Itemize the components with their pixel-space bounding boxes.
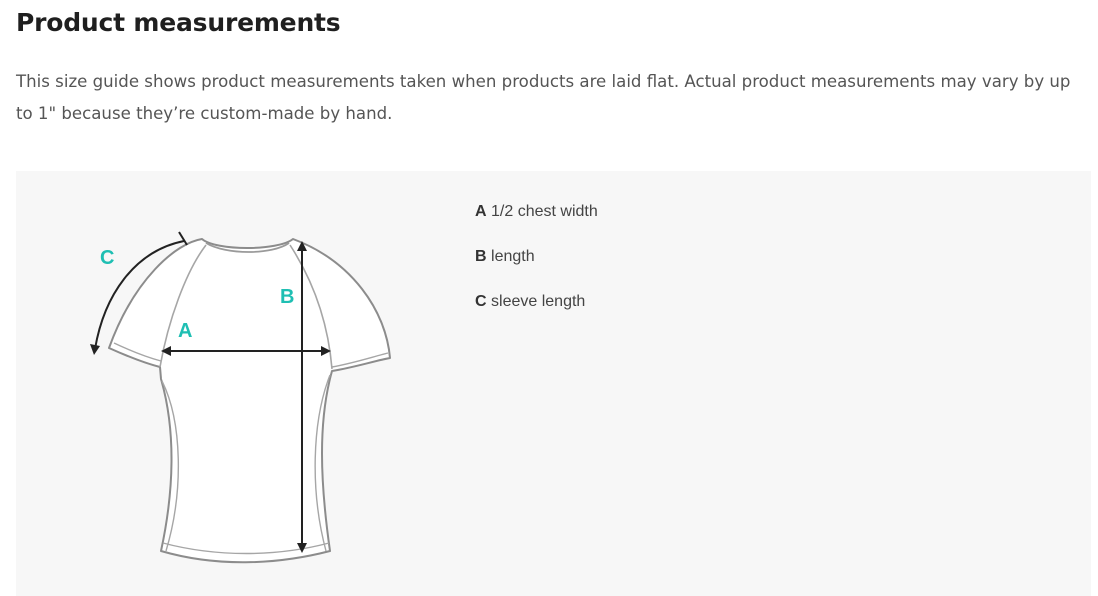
letter-c: C — [100, 247, 114, 269]
size-guide-description: This size guide shows product measuremen… — [16, 72, 1071, 123]
letter-a: A — [178, 320, 192, 342]
page-title: Product measurements — [16, 8, 341, 37]
letter-b: B — [280, 286, 294, 308]
legend-key: C — [475, 293, 487, 310]
measurement-legend: A 1/2 chest width B length C sleeve leng… — [475, 201, 598, 336]
legend-key: B — [475, 248, 487, 265]
legend-label: sleeve length — [491, 293, 586, 310]
legend-item-sleeve-length: C sleeve length — [475, 291, 598, 336]
tshirt-outline — [108, 238, 391, 564]
legend-label: 1/2 chest width — [491, 203, 598, 220]
legend-item-chest-width: A 1/2 chest width — [475, 201, 598, 246]
measurement-panel: A B C A 1/2 chest width B length C sleev… — [16, 171, 1091, 596]
legend-label: length — [491, 248, 535, 265]
legend-key: A — [475, 203, 487, 220]
tshirt-diagram: A B C — [90, 231, 391, 564]
legend-item-length: B length — [475, 246, 598, 291]
